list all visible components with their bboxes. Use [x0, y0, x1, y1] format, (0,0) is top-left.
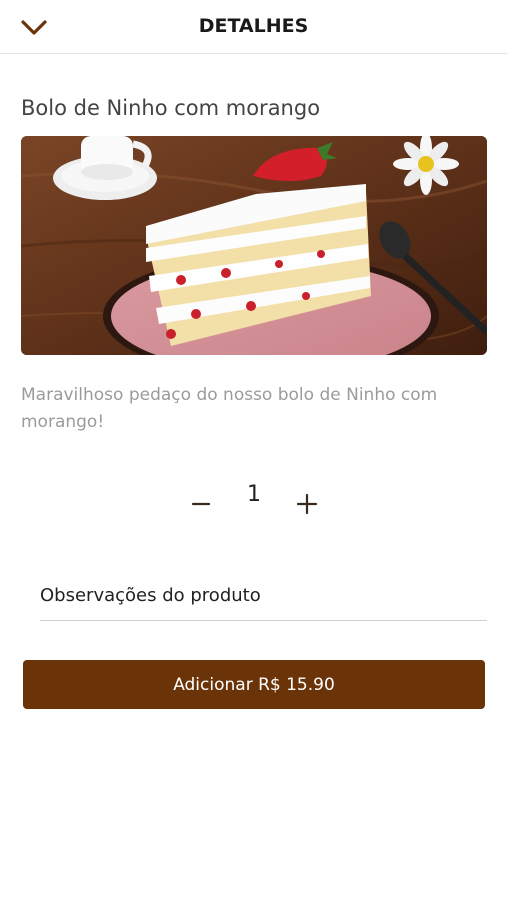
plus-icon[interactable]: [296, 493, 318, 515]
add-to-cart-button[interactable]: Adicionar R$ 15.90: [23, 660, 485, 709]
quantity-value: 1: [247, 482, 261, 507]
quantity-stepper: 1: [0, 478, 507, 528]
increase-quantity-button[interactable]: [287, 484, 327, 524]
product-name: Bolo de Ninho com morango: [21, 96, 321, 120]
product-image: [21, 136, 487, 355]
product-notes-input[interactable]: [40, 570, 487, 621]
page-title: DETALHES: [198, 15, 309, 37]
cake-slice-photo: [21, 136, 487, 355]
top-bar: DETALHES: [0, 0, 507, 54]
minus-icon[interactable]: [191, 494, 211, 514]
decrease-quantity-button[interactable]: [181, 484, 221, 524]
product-description: Maravilhoso pedaço do nosso bolo de Ninh…: [21, 385, 438, 432]
